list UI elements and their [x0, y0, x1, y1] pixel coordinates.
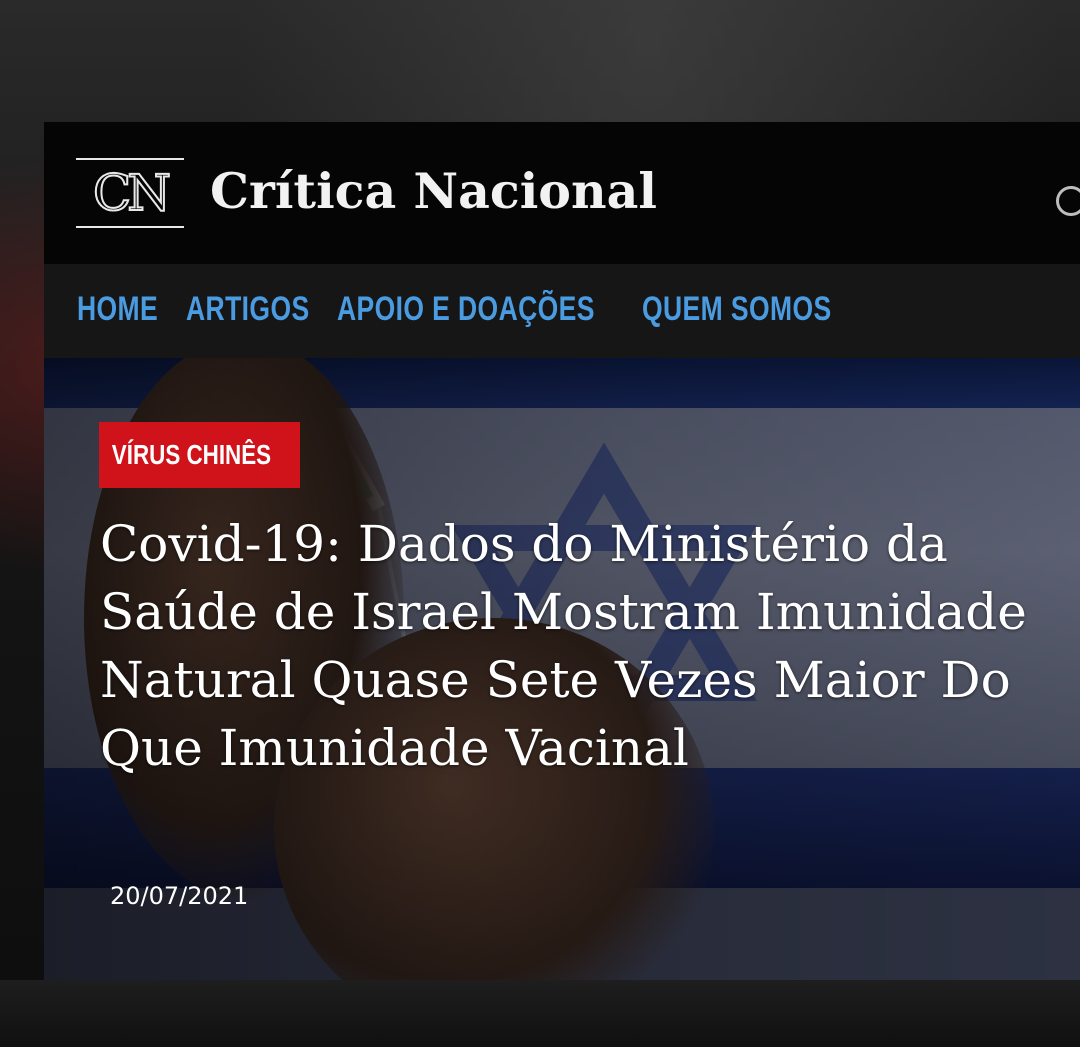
- category-label: VÍRUS CHINÊS: [111, 439, 272, 470]
- nav-item-artigos[interactable]: ARTIGOS: [186, 290, 310, 329]
- main-nav: HOME ARTIGOS APOIO E DOAÇÕES QUEM SOMOS: [44, 264, 1080, 358]
- search-icon[interactable]: [1056, 186, 1080, 216]
- article-date: 20/07/2021: [110, 882, 249, 910]
- site-title[interactable]: Crítica Nacional: [210, 162, 657, 220]
- logo-rule-bottom: [76, 226, 184, 228]
- article-headline[interactable]: Covid-19: Dados do Ministério da Saúde d…: [100, 510, 1040, 782]
- logo-letters: CN: [92, 163, 172, 223]
- featured-article[interactable]: VÍRUS CHINÊS Covid-19: Dados do Ministér…: [44, 358, 1080, 980]
- nav-item-home[interactable]: HOME: [77, 290, 158, 329]
- nav-item-apoio-doacoes[interactable]: APOIO E DOAÇÕES: [337, 290, 595, 329]
- screenshot-bottom-edge: [0, 980, 1080, 1047]
- category-badge[interactable]: VÍRUS CHINÊS: [99, 422, 300, 488]
- nav-item-quem-somos[interactable]: QUEM SOMOS: [642, 290, 832, 329]
- browser-viewport: CN Crítica Nacional HOME ARTIGOS APOIO E…: [44, 122, 1080, 980]
- site-header: CN Crítica Nacional: [44, 122, 1080, 264]
- logo-rule-top: [76, 158, 184, 160]
- logo-icon[interactable]: CN: [76, 158, 184, 230]
